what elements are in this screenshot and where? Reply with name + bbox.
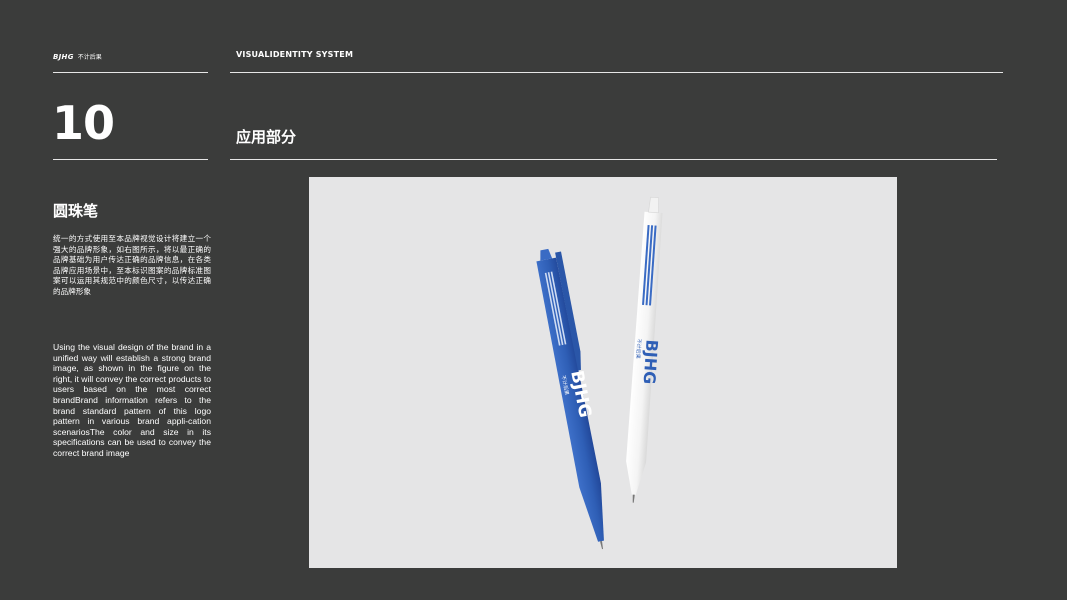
brand-logo: BJHG	[53, 53, 74, 61]
description-chinese: 统一的方式使用至本品牌视觉设计将建立一个强大的品牌形象，如右图所示，将以最正确的…	[53, 234, 211, 296]
section-number: 10	[52, 96, 115, 150]
item-title: 圆珠笔	[53, 202, 99, 220]
pen-mockup-image: BJHG 不计后果 BJHG 不计后果	[309, 177, 897, 568]
white-pen-logo-sub: 不计后果	[634, 338, 642, 358]
brand-subtitle: 不计后果	[77, 54, 102, 61]
brand-header: BJHG 不计后果	[53, 52, 102, 61]
section-rule-right	[230, 159, 997, 160]
header-rule-left	[53, 72, 208, 73]
white-pen: BJHG 不计后果	[626, 196, 663, 503]
blue-pen: BJHG 不计后果	[536, 248, 604, 550]
white-pen-logo: BJHG	[640, 339, 662, 385]
system-title: VISUALIDENTITY SYSTEM	[236, 50, 354, 59]
header-rule-right	[230, 72, 1003, 73]
section-rule-left	[53, 159, 208, 160]
section-title: 应用部分	[236, 128, 297, 146]
pen-mockup-illustration: BJHG 不计后果 BJHG 不计后果	[536, 196, 663, 550]
description-english: Using the visual design of the brand in …	[53, 342, 211, 458]
